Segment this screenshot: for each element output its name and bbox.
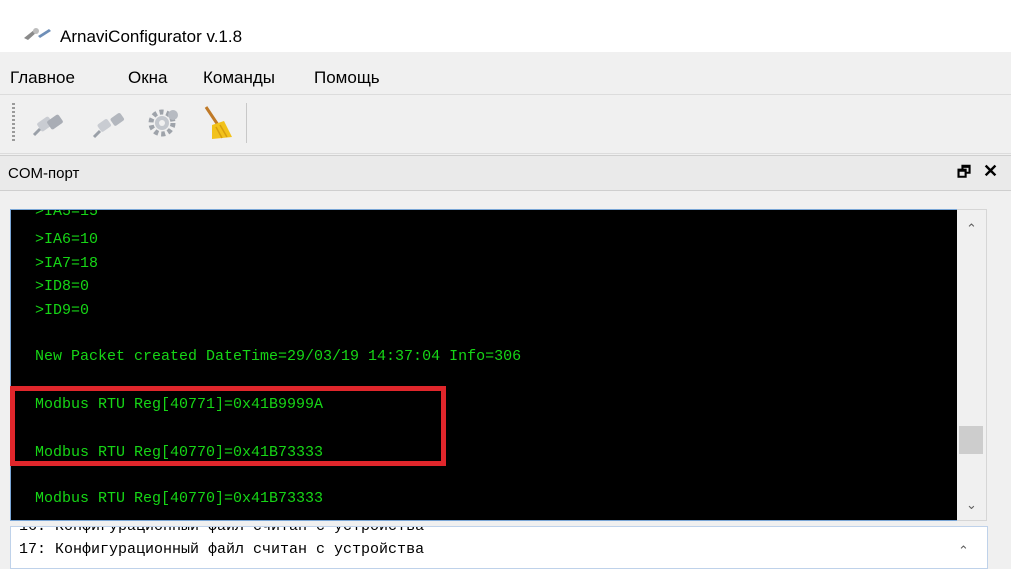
scroll-thumb[interactable] [959, 426, 983, 454]
toolbar-grip[interactable] [12, 103, 15, 143]
console-scrollbar[interactable]: ⌃ ⌄ [957, 209, 987, 521]
connect-button[interactable] [32, 105, 68, 141]
com-port-panel-header: COM-порт 🗗 ✕ [0, 155, 1011, 191]
settings-button[interactable] [146, 105, 182, 141]
scroll-down-icon[interactable]: ⌄ [957, 494, 986, 516]
close-panel-icon[interactable]: ✕ [983, 161, 998, 182]
highlight-annotation-box [10, 386, 446, 466]
console-line: >IA5=15 [35, 209, 99, 220]
panel-title: COM-порт [8, 165, 80, 182]
console-line: New Packet created DateTime=29/03/19 14:… [35, 348, 522, 365]
disconnect-button[interactable] [92, 105, 128, 141]
log-line: 17: Конфигурационный файл считан с устро… [19, 541, 425, 558]
log-line: 16: Конфигурационный файл считан с устро… [19, 526, 425, 535]
scroll-up-icon[interactable]: ⌃ [957, 218, 986, 240]
settings-gear-icon [148, 109, 178, 137]
menu-item-main[interactable]: Главное [10, 68, 75, 88]
console-line: >IA6=10 [35, 231, 99, 248]
console-line: >IA7=18 [35, 255, 99, 272]
com-port-console[interactable]: >IA5=15 >IA6=10 >IA7=18 >ID8=0 >ID9=0 Ne… [10, 209, 959, 521]
toolbar [0, 94, 1011, 154]
console-line: >ID8=0 [35, 278, 90, 295]
float-window-icon[interactable]: 🗗 [957, 162, 971, 187]
event-log[interactable]: 16: Конфигурационный файл считан с устро… [10, 526, 988, 569]
clear-broom-icon [204, 106, 232, 139]
tools-wrench-icon [24, 28, 51, 40]
log-scroll-up-icon[interactable]: ⌃ [958, 543, 969, 559]
menu-item-help[interactable]: Помощь [314, 68, 380, 88]
window-title: ArnaviConfigurator v.1.8 [60, 27, 243, 46]
menu-item-commands[interactable]: Команды [203, 68, 275, 88]
menu-item-windows[interactable]: Окна [128, 68, 168, 88]
toolbar-separator [246, 103, 247, 143]
console-line: >ID9=0 [35, 302, 90, 319]
menu-bar: Главное Окна Команды Помощь [0, 64, 1011, 92]
disconnect-plug-icon [92, 113, 124, 139]
console-line: Modbus RTU Reg[40770]=0x41B73333 [35, 490, 324, 507]
connect-plug-icon [32, 114, 63, 137]
clear-button[interactable] [198, 105, 234, 141]
title-bar: ArnaviConfigurator v.1.8 [0, 0, 1011, 52]
